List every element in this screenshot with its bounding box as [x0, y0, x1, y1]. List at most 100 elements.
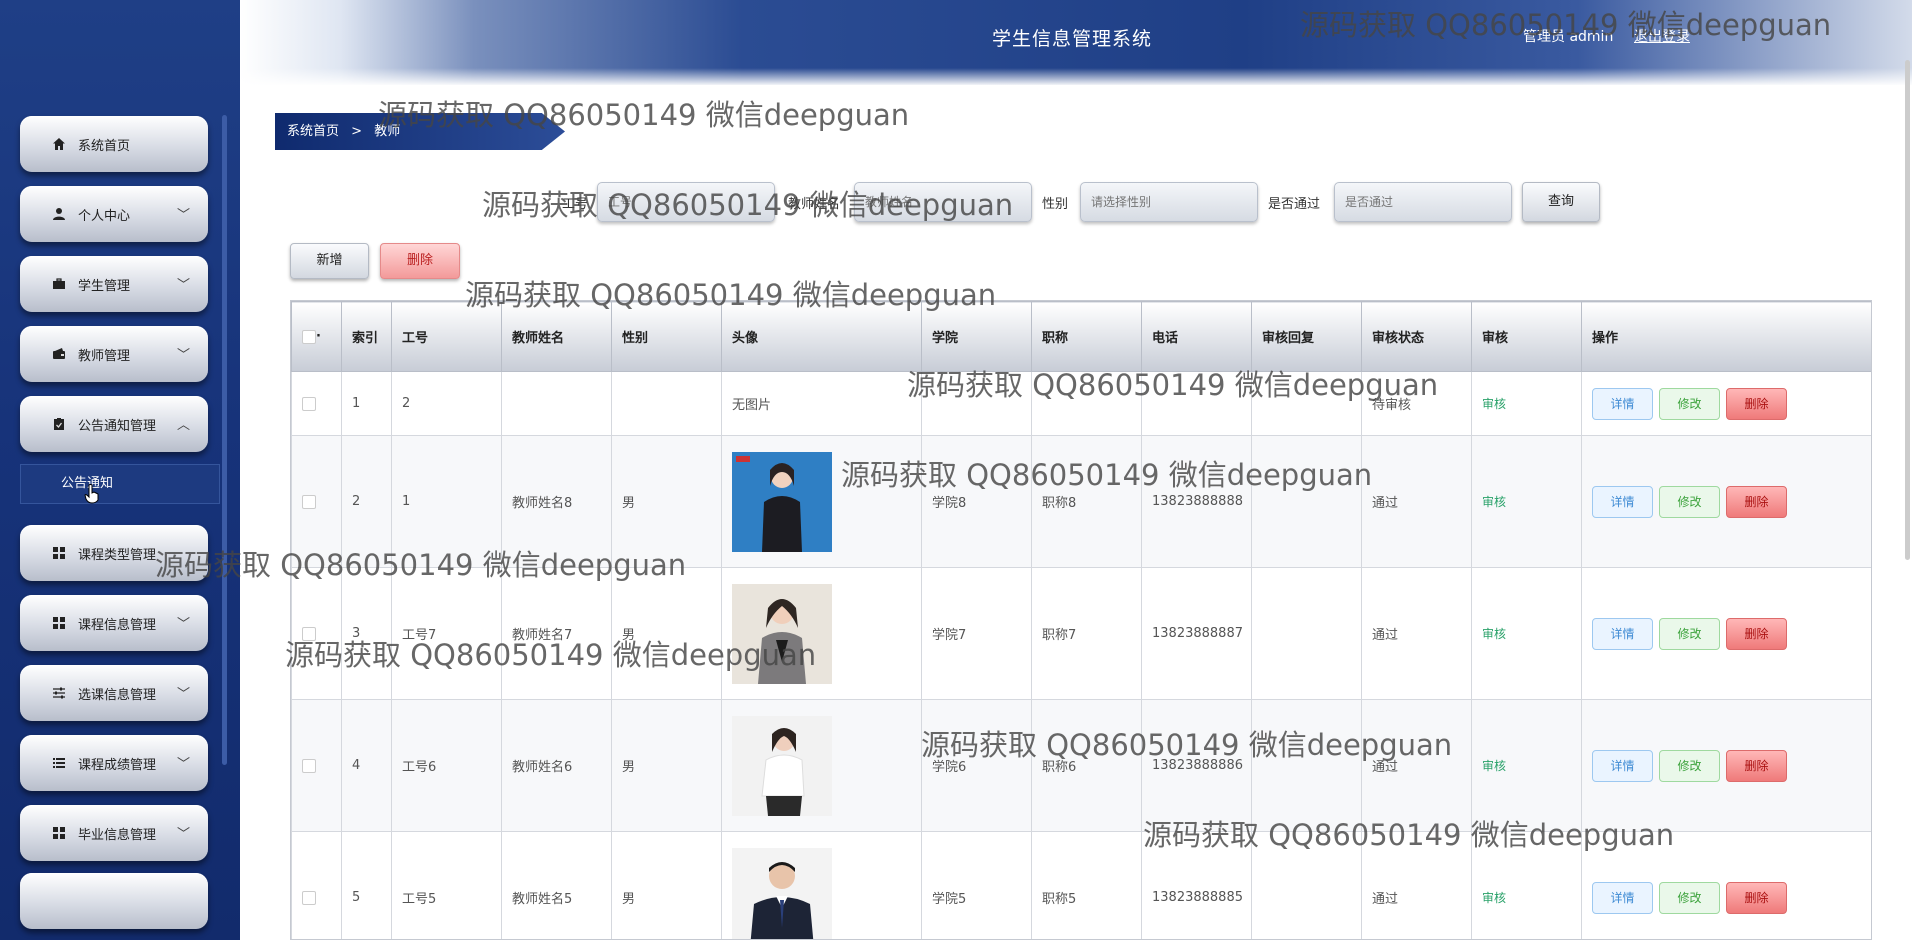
audit-link[interactable]: 审核 — [1482, 397, 1506, 411]
teacher-table: · 索引 工号 教师姓名 性别 头像 学院 职称 电话 审核回复 审核状态 审核… — [290, 300, 1872, 940]
delete-button[interactable]: 删除 — [1726, 617, 1787, 650]
cell-id: 工号6 — [391, 699, 502, 832]
edit-button[interactable]: 修改 — [1659, 749, 1720, 782]
logout-link[interactable]: 退出登录 — [1634, 26, 1690, 46]
sidebar-item-home[interactable]: 系统首页 — [20, 116, 208, 172]
top-header: 学生信息管理系统 管理员 admin 退出登录 — [240, 0, 1912, 86]
cell-status: 通过 — [1361, 699, 1472, 832]
row-checkbox[interactable] — [302, 396, 316, 411]
cell-avatar — [721, 567, 922, 700]
chevron-down-icon: ﹀ — [176, 757, 190, 772]
edit-button[interactable]: 修改 — [1659, 387, 1720, 420]
audit-link[interactable]: 审核 — [1482, 627, 1506, 641]
sidebar-item-label: 课程成绩管理 — [78, 757, 157, 773]
sidebar-item-student-management[interactable]: 学生管理 ﹀ — [20, 256, 208, 312]
select-all-checkbox[interactable] — [302, 329, 316, 344]
column-header-title: 职称 — [1031, 301, 1142, 372]
cell-avatar: 无图片 — [721, 371, 922, 436]
cell-audit: 审核 — [1471, 699, 1582, 832]
cell-college: 学院7 — [921, 567, 1032, 700]
sidebar-item-course-info-management[interactable]: 课程信息管理 ﹀ — [20, 595, 208, 651]
delete-button[interactable]: 删除 — [1726, 749, 1787, 782]
audit-link[interactable]: 审核 — [1482, 495, 1506, 509]
cell-id: 工号7 — [391, 567, 502, 700]
delete-button[interactable]: 删除 — [1726, 881, 1787, 914]
main-content: 学生信息管理系统 管理员 admin 退出登录 系统首页 > 教师 工号 教师姓… — [240, 0, 1912, 940]
sidebar-item-course-type-management[interactable]: 课程类型管理 — [20, 525, 208, 581]
sidebar-subitem-notice[interactable]: 公告通知 — [20, 464, 220, 504]
cell-name — [501, 371, 612, 436]
column-header-select[interactable]: · — [291, 301, 342, 372]
row-checkbox-cell[interactable] — [291, 831, 342, 939]
table-header-row: · 索引 工号 教师姓名 性别 头像 学院 职称 电话 审核回复 审核状态 审核… — [291, 301, 1871, 372]
sidebar-item-graduation-management[interactable]: 毕业信息管理 ﹀ — [20, 805, 208, 861]
cell-gender: 男 — [611, 435, 722, 568]
detail-button[interactable]: 详情 — [1592, 749, 1653, 782]
sidebar-item-grade-management[interactable]: 课程成绩管理 ﹀ — [20, 735, 208, 791]
row-checkbox[interactable] — [302, 626, 316, 641]
cell-status: 通过 — [1361, 567, 1472, 700]
search-input-gender[interactable] — [1080, 182, 1258, 222]
sidebar-item-notice-management[interactable]: 公告通知管理 ︿ — [20, 396, 208, 452]
breadcrumb-home[interactable]: 系统首页 — [287, 124, 339, 139]
cell-phone: 13823888887 — [1141, 567, 1252, 700]
cell-gender: 男 — [611, 699, 722, 832]
cell-audit: 审核 — [1471, 831, 1582, 939]
edit-button[interactable]: 修改 — [1659, 485, 1720, 518]
row-checkbox-cell[interactable] — [291, 435, 342, 568]
cell-phone — [1141, 371, 1252, 436]
edit-button[interactable]: 修改 — [1659, 881, 1720, 914]
search-input-approved[interactable] — [1334, 182, 1512, 222]
current-user: 管理员 admin — [1523, 29, 1614, 45]
sidebar-item-enrollment-management[interactable]: 选课信息管理 ﹀ — [20, 665, 208, 721]
sliders-icon — [50, 684, 68, 702]
column-header-name: 教师姓名 — [501, 301, 612, 372]
table-row: 2 1 教师姓名8 男 学院8 职称8 13823888888 通过 审核 详情… — [291, 435, 1871, 568]
cell-actions: 详情 修改 删除 — [1581, 567, 1871, 700]
row-checkbox[interactable] — [302, 890, 316, 905]
detail-button[interactable]: 详情 — [1592, 387, 1653, 420]
row-checkbox[interactable] — [302, 758, 316, 773]
row-checkbox[interactable] — [302, 494, 316, 509]
cell-id: 2 — [391, 371, 502, 436]
row-checkbox-cell[interactable] — [291, 371, 342, 436]
page-scrollbar[interactable] — [1905, 60, 1910, 560]
table-row: 4 工号6 教师姓名6 男 学院6 职称6 13823888886 通过 审核 … — [291, 699, 1871, 832]
user-icon — [50, 205, 68, 223]
sidebar-item-teacher-management[interactable]: 教师管理 ﹀ — [20, 326, 208, 382]
search-input-id[interactable] — [597, 182, 775, 222]
column-header-reply: 审核回复 — [1251, 301, 1362, 372]
sidebar-item-personal-center[interactable]: 个人中心 ﹀ — [20, 186, 208, 242]
edit-button[interactable]: 修改 — [1659, 617, 1720, 650]
wallet-icon — [50, 345, 68, 363]
cell-audit: 审核 — [1471, 371, 1582, 436]
delete-button[interactable]: 删除 — [1726, 387, 1787, 420]
app-title: 学生信息管理系统 — [992, 28, 1153, 50]
query-button[interactable]: 查询 — [1522, 182, 1600, 222]
detail-button[interactable]: 详情 — [1592, 881, 1653, 914]
batch-delete-button[interactable]: 删除 — [380, 243, 460, 279]
search-input-name[interactable] — [854, 182, 1032, 222]
detail-button[interactable]: 详情 — [1592, 485, 1653, 518]
add-button[interactable]: 新增 — [290, 243, 369, 279]
audit-link[interactable]: 审核 — [1482, 759, 1506, 773]
row-checkbox-cell[interactable] — [291, 699, 342, 832]
delete-button[interactable]: 删除 — [1726, 485, 1787, 518]
cell-audit: 审核 — [1471, 435, 1582, 568]
column-header-college: 学院 — [921, 301, 1032, 372]
sidebar-scrollbar[interactable] — [222, 115, 227, 765]
detail-button[interactable]: 详情 — [1592, 617, 1653, 650]
search-label-approved: 是否通过 — [1268, 197, 1321, 212]
cell-audit: 审核 — [1471, 567, 1582, 700]
cell-college: 学院8 — [921, 435, 1032, 568]
cell-index: 5 — [341, 831, 392, 939]
cell-reply — [1251, 371, 1362, 436]
home-icon — [50, 135, 68, 153]
row-checkbox-cell[interactable] — [291, 567, 342, 700]
column-header-status: 审核状态 — [1361, 301, 1472, 372]
audit-link[interactable]: 审核 — [1482, 891, 1506, 905]
grid-icon — [50, 824, 68, 842]
sidebar-item-partial[interactable] — [20, 873, 208, 929]
list-icon — [50, 754, 68, 772]
cell-gender — [611, 371, 722, 436]
